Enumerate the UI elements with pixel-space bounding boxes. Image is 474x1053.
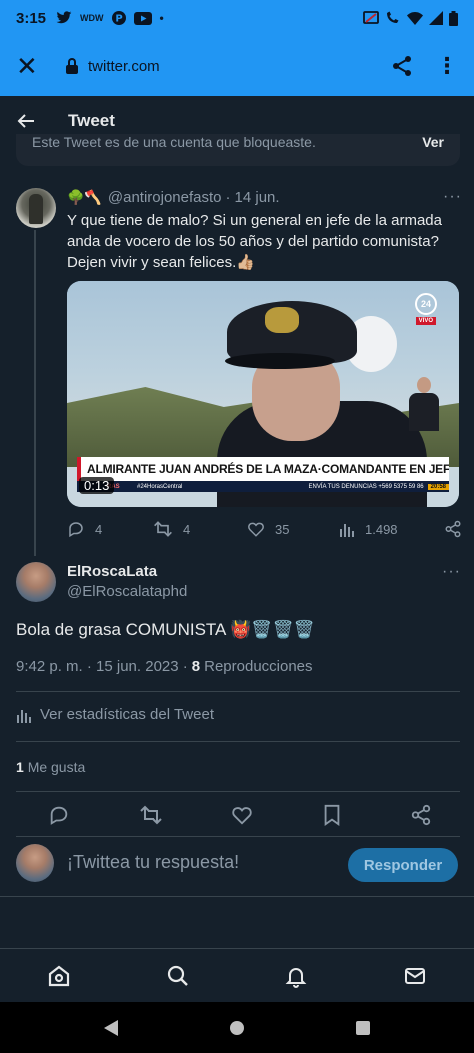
parent-tweet-text: Y que tiene de malo? Si un general en je… (67, 212, 442, 271)
tweet-metadata: 9:42 p. m. · 15 jun. 2023 · 8 Reproducci… (16, 658, 313, 675)
overflow-menu-icon[interactable]: ⋮ (436, 55, 458, 77)
share-icon[interactable] (390, 54, 414, 78)
analytics-icon (17, 709, 31, 723)
avatar (16, 844, 54, 882)
divider (16, 836, 460, 837)
parent-tweet-date[interactable]: 14 jun. (235, 189, 280, 206)
bookmark-icon[interactable] (322, 804, 342, 826)
messages-icon[interactable] (403, 964, 427, 988)
views-button[interactable]: 1.498 (339, 521, 439, 537)
wifi-call-icon (387, 11, 399, 23)
blocked-notice-text: Este Tweet es de una cuenta que bloqueas… (32, 134, 316, 150)
wifi-icon (407, 11, 423, 25)
likes-label: Me gusta (27, 759, 86, 775)
bottom-navigation (0, 948, 474, 1002)
youtube-icon (133, 11, 152, 25)
reply-submit-button[interactable]: Responder (348, 848, 458, 882)
views-label: Reproducciones (204, 658, 313, 675)
reply-input[interactable]: ¡Twittea tu respuesta! (67, 852, 239, 873)
browser-toolbar: ✕ twitter.com ⋮ (0, 36, 474, 96)
page-title: Tweet (68, 111, 115, 130)
twitter-icon (56, 11, 72, 24)
heart-icon[interactable] (231, 804, 253, 826)
home-icon[interactable] (47, 964, 71, 988)
thread-line (34, 230, 36, 556)
views-count: 8 (191, 658, 201, 675)
url-text[interactable]: twitter.com (88, 58, 160, 75)
heart-icon (248, 522, 264, 537)
avatar[interactable] (16, 562, 56, 602)
reply-button[interactable]: 4 (67, 520, 153, 538)
retweet-button[interactable]: 4 (153, 520, 247, 538)
parent-tweet-header: 🌳🪓 @antirojonefasto · 14 jun. ··· (67, 188, 462, 206)
share-tweet-button[interactable] (444, 520, 462, 538)
avatar[interactable] (16, 188, 56, 228)
analytics-icon (340, 524, 354, 537)
notification-icon: WDW (80, 13, 104, 23)
divider (0, 896, 474, 897)
reply-icon (69, 522, 83, 538)
reply-icon[interactable] (48, 804, 70, 826)
channel-logo: 24 (415, 293, 437, 315)
notifications-icon[interactable] (284, 964, 308, 988)
divider (16, 691, 460, 692)
home-button-icon[interactable] (230, 1020, 244, 1035)
dot-icon: • (159, 11, 164, 25)
android-navigation-bar (0, 1002, 474, 1053)
share-icon (445, 520, 461, 538)
news-ticker: RAS #24HorasCentral ENVÍA TUS DENUNCIAS … (77, 481, 449, 492)
retweet-icon[interactable] (139, 804, 163, 826)
parent-tweet-actions: 4 4 35 1.498 (67, 520, 462, 538)
share-icon[interactable] (410, 804, 432, 826)
more-options-icon[interactable]: ··· (443, 188, 462, 206)
view-blocked-button[interactable]: Ver (422, 134, 444, 150)
divider (16, 791, 460, 792)
search-icon[interactable] (166, 964, 190, 988)
status-time: 3:15 (16, 9, 47, 27)
tweet-actions (48, 804, 432, 826)
author-name[interactable]: ElRoscaLata (67, 563, 157, 580)
live-badge: VIVO (415, 317, 436, 325)
battery-icon (449, 10, 458, 26)
close-icon[interactable]: ✕ (16, 53, 40, 79)
svg-text:P: P (115, 14, 122, 25)
tweet-video[interactable]: 24 VIVO ALMIRANTE JUAN ANDRÉS DE LA MAZA… (67, 281, 459, 507)
tweet-timestamp[interactable]: 9:42 p. m. · 15 jun. 2023 · (16, 658, 188, 675)
likes-count: 1 (16, 759, 24, 775)
author-handle[interactable]: @ElRoscalataphd (67, 583, 187, 600)
status-bar: 3:15 WDW P • (0, 0, 474, 36)
lock-icon (66, 58, 80, 74)
like-button[interactable]: 35 (247, 520, 339, 538)
tweet-stats-link[interactable]: Ver estadísticas del Tweet (16, 706, 214, 723)
display-name-emoji[interactable]: 🌳🪓 (67, 189, 102, 206)
divider (16, 741, 460, 742)
video-caption: ALMIRANTE JUAN ANDRÉS DE LA MAZA·COMANDA… (77, 457, 449, 481)
signal-icon (429, 11, 443, 25)
blocked-tweet-notice: Este Tweet es de una cuenta que bloqueas… (16, 134, 460, 166)
sign-language-interpreter (405, 377, 443, 437)
video-duration: 0:13 (79, 477, 115, 494)
more-options-icon[interactable]: ··· (442, 563, 461, 581)
pinterest-icon: P (111, 11, 126, 25)
back-arrow-icon[interactable] (16, 113, 36, 129)
likes-summary[interactable]: 1 Me gusta (16, 759, 85, 775)
cast-icon (363, 11, 379, 24)
tweet-text: Bola de grasa COMUNISTA 👹🗑️🗑️🗑️ (16, 620, 315, 639)
recents-icon[interactable] (356, 1020, 370, 1035)
back-icon[interactable] (104, 1019, 118, 1036)
retweet-icon (154, 521, 172, 537)
parent-tweet-handle[interactable]: @antirojonefasto (108, 189, 222, 206)
